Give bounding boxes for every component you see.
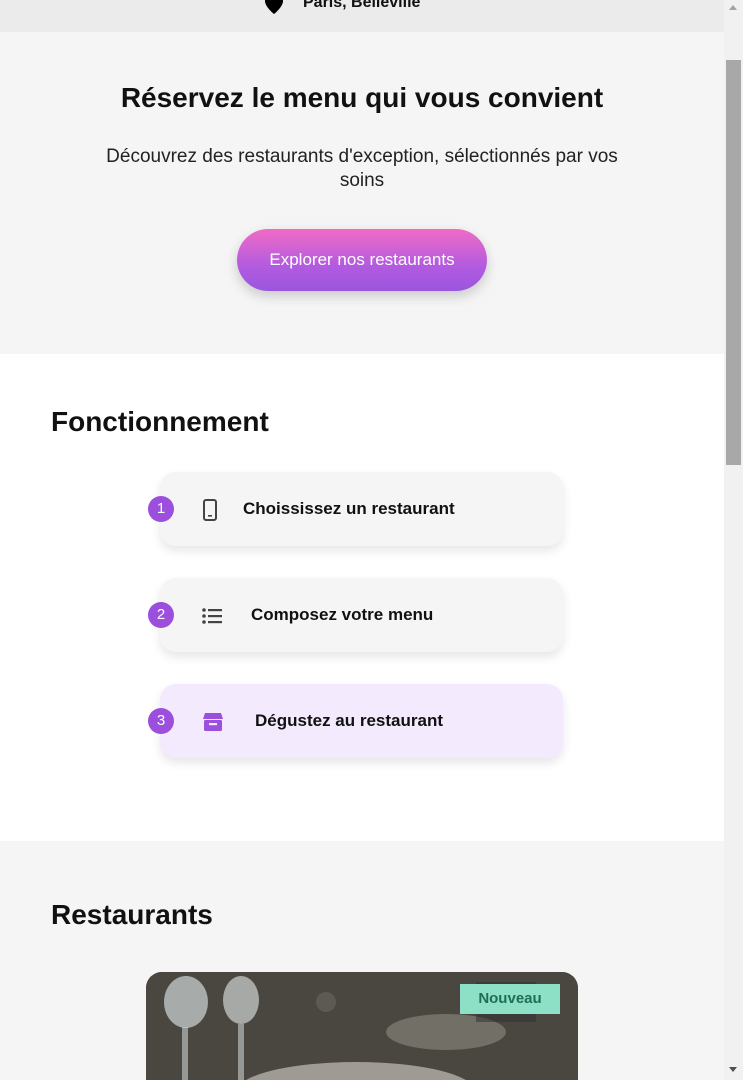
step-label: Composez votre menu bbox=[251, 605, 434, 624]
scrollbar[interactable] bbox=[724, 0, 743, 1080]
store-icon bbox=[203, 713, 223, 731]
restaurants-section: Restaurants Nouveau bbox=[0, 841, 724, 1080]
section-title-restaurants: Restaurants bbox=[51, 899, 213, 930]
explore-restaurants-button[interactable]: Explorer nos restaurants bbox=[237, 229, 487, 291]
step-card-compose[interactable]: 2 Composez votre menu bbox=[148, 578, 563, 652]
step-number: 2 bbox=[148, 602, 174, 628]
location-text: Paris, Belleville bbox=[303, 0, 421, 11]
step-card-choose[interactable]: 1 Choississez un restaurant bbox=[148, 472, 563, 546]
step-label: Dégustez au restaurant bbox=[255, 711, 443, 730]
step-label: Choississez un restaurant bbox=[243, 499, 455, 518]
step-card-enjoy[interactable]: 3 Dégustez au restaurant bbox=[148, 684, 563, 758]
step-number: 1 bbox=[148, 496, 174, 522]
page: Paris, Belleville Réservez le menu qui v… bbox=[0, 0, 724, 1080]
hero-subtitle: Découvrez des restaurants d'exception, s… bbox=[106, 146, 618, 191]
location-bar: Paris, Belleville bbox=[0, 0, 724, 32]
scrollbar-thumb[interactable] bbox=[726, 60, 741, 465]
hero-title: Réservez le menu qui vous convient bbox=[120, 82, 604, 113]
map-pin-icon bbox=[265, 0, 283, 14]
list-icon bbox=[202, 608, 222, 624]
scroll-down-arrow-icon[interactable] bbox=[729, 1067, 737, 1072]
hero-section: Réservez le menu qui vous convient Décou… bbox=[0, 32, 724, 354]
section-title-how: Fonctionnement bbox=[51, 406, 269, 437]
scroll-up-arrow-icon[interactable] bbox=[729, 5, 737, 10]
step-number: 3 bbox=[148, 708, 174, 734]
location[interactable]: Paris, Belleville bbox=[265, 0, 420, 14]
phone-icon bbox=[203, 499, 217, 521]
how-it-works-section: Fonctionnement 1 Choississez un restaura… bbox=[0, 354, 724, 841]
restaurant-card[interactable]: Nouveau bbox=[146, 972, 578, 1080]
new-badge: Nouveau bbox=[460, 984, 560, 1014]
